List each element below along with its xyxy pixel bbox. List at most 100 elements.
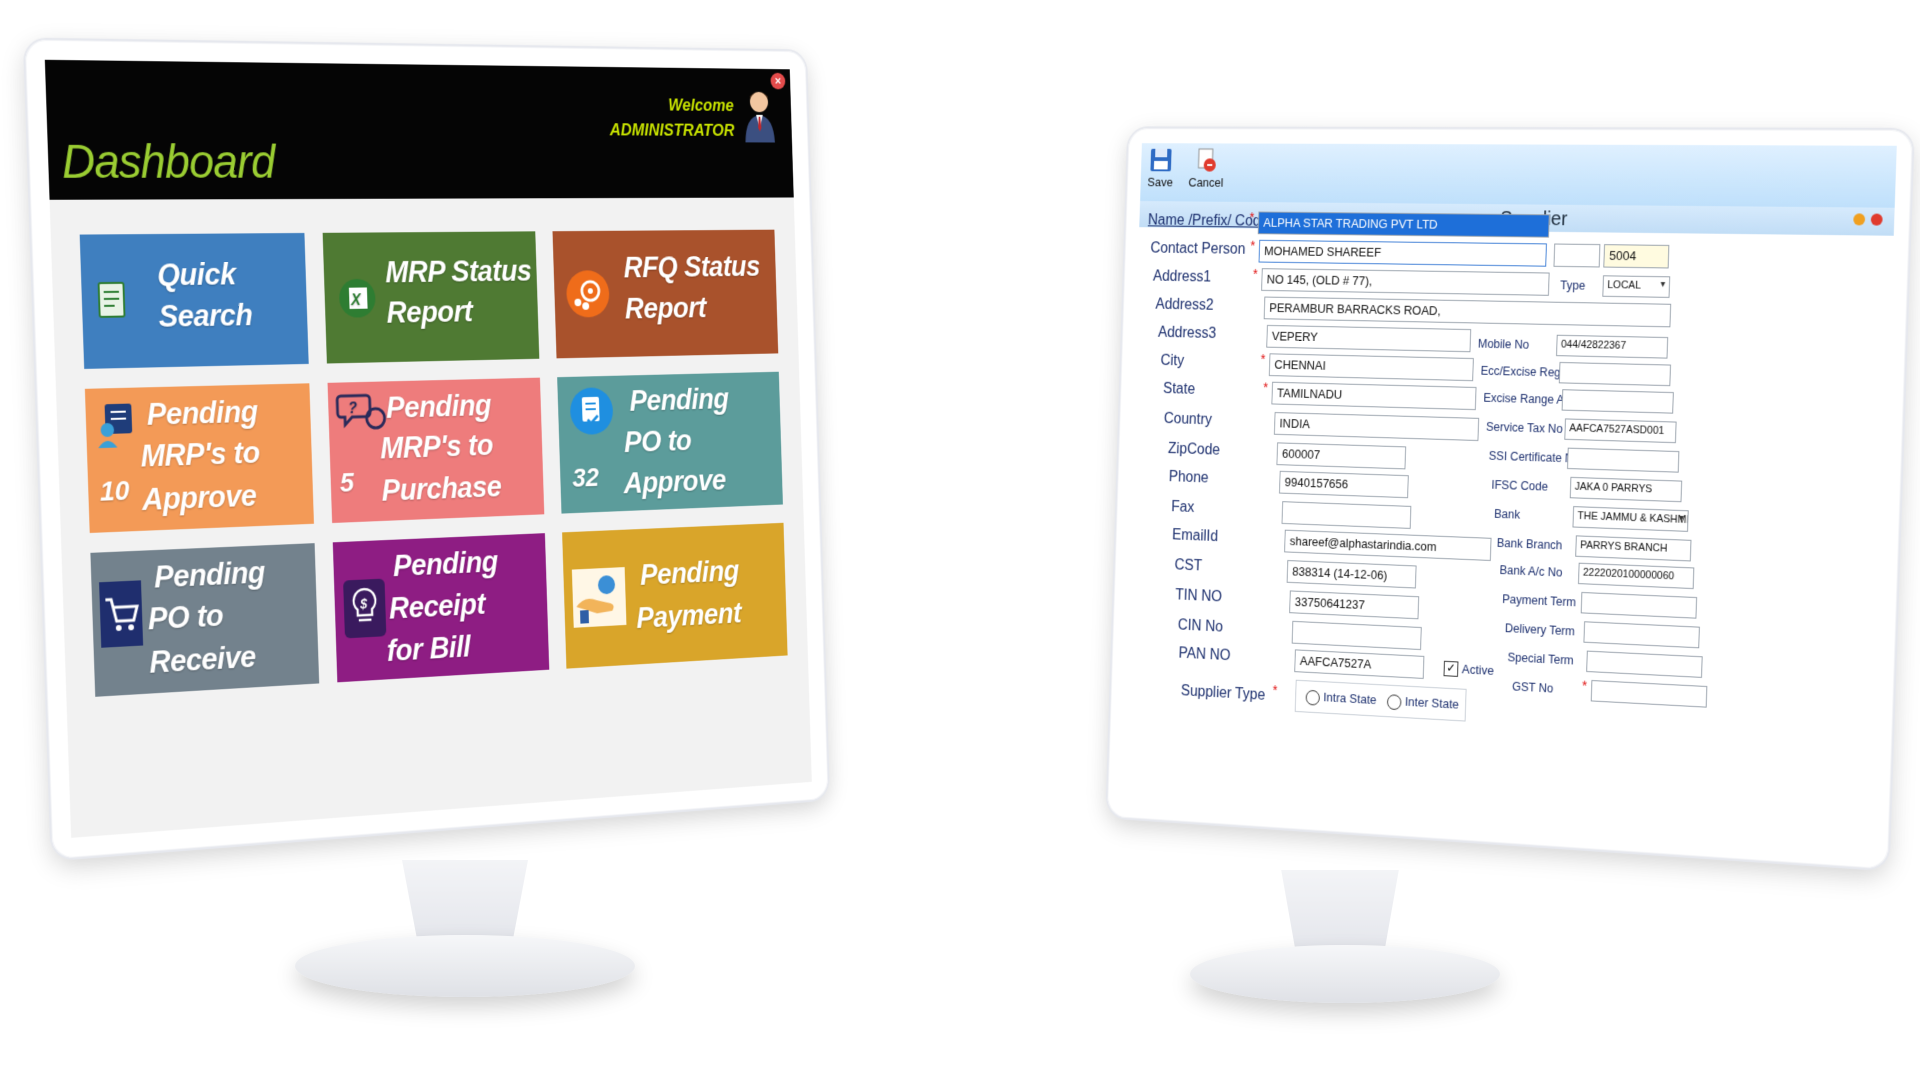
tile-pending-mrps-to-approve[interactable]: 10 Pending MRP's to Approve xyxy=(84,383,314,533)
label-special-term: Special Term xyxy=(1507,650,1574,668)
tile-rfq-status-report[interactable]: RFQ Status Report xyxy=(552,229,779,359)
label-address1: Address1 xyxy=(1152,268,1212,286)
dashboard-monitor: Dashboard Welcome ADMINISTRATOR × Quick … xyxy=(0,0,960,1080)
hand-payment-icon xyxy=(571,567,627,628)
tile-pending-po-to-approve[interactable]: 32 Pending PO to Approve xyxy=(557,371,783,514)
prefix-field[interactable] xyxy=(1553,243,1601,268)
label-cst: CST xyxy=(1174,557,1203,575)
tin-no-field[interactable]: 33750641237 xyxy=(1289,590,1420,620)
tile-label-line: Receive xyxy=(148,639,257,680)
welcome-label: Welcome xyxy=(668,95,734,115)
tile-count: 32 xyxy=(571,462,600,493)
address2-field[interactable]: PERAMBUR BARRACKS ROAD, xyxy=(1263,296,1672,328)
ifsc-code-field[interactable]: JAKA 0 PARRYS xyxy=(1569,476,1683,503)
phone-field[interactable]: 9940157656 xyxy=(1279,470,1409,499)
tile-label-line: RFQ Status xyxy=(623,249,761,284)
chart-target-icon xyxy=(565,270,610,318)
tile-label-line: Pending xyxy=(146,394,259,432)
fax-field[interactable] xyxy=(1281,501,1412,529)
cancel-button[interactable]: Cancel xyxy=(1188,147,1224,190)
cancel-icon xyxy=(1194,147,1219,172)
welcome-box: Welcome ADMINISTRATOR xyxy=(609,95,735,140)
bank-ac-no-field[interactable]: 2222020100000060 xyxy=(1577,562,1695,590)
cart-icon xyxy=(99,580,144,648)
service-tax-no-field[interactable]: AAFCA7527ASD001 xyxy=(1564,418,1677,444)
dashboard-header: Dashboard Welcome ADMINISTRATOR × xyxy=(44,59,794,200)
close-icon[interactable]: × xyxy=(770,72,786,90)
type-select[interactable]: LOCAL ▾ xyxy=(1602,275,1671,298)
supplier-toolbar: Save Cancel xyxy=(1140,143,1897,209)
city-field[interactable]: CHENNAI xyxy=(1268,353,1474,382)
save-button[interactable]: Save xyxy=(1147,147,1174,189)
tile-label-line: Payment xyxy=(635,596,742,635)
cst-field[interactable]: 838314 (14-12-06) xyxy=(1286,560,1417,589)
excise-range-add-field[interactable] xyxy=(1561,389,1674,414)
dashboard-stand-base xyxy=(295,935,635,997)
bank-branch-field[interactable]: PARRYS BRANCH xyxy=(1575,535,1692,562)
document-search-icon xyxy=(95,279,135,327)
state-field[interactable]: TAMILNADU xyxy=(1271,381,1477,411)
label-contact-person: Contact Person xyxy=(1150,240,1246,258)
label-delivery-term: Delivery Term xyxy=(1504,621,1575,639)
chevron-down-icon: ▾ xyxy=(1678,512,1684,524)
label-state: State xyxy=(1162,380,1196,398)
tile-label-line: Search xyxy=(158,297,253,334)
code-field[interactable]: 5004 xyxy=(1603,244,1670,269)
tile-label-line: Pending xyxy=(153,555,266,595)
bank-select[interactable]: THE JAMMU & KASHMIR ▾ xyxy=(1572,506,1689,532)
tile-quick-search[interactable]: Quick Search xyxy=(79,232,309,369)
tile-pending-po-to-receive[interactable]: Pending PO to Receive xyxy=(90,543,320,697)
tile-label-line: Pending xyxy=(385,388,492,425)
ssi-certificate-no-field[interactable] xyxy=(1567,447,1680,473)
address1-field[interactable]: NO 145, (OLD # 77), xyxy=(1261,268,1550,296)
tile-label-line: PO to xyxy=(623,423,692,459)
tile-label-line: Pending xyxy=(639,554,740,592)
tile-label-line: Pending xyxy=(629,382,730,418)
tile-pending-receipt-for-bill[interactable]: $ Pending Receipt for Bill xyxy=(332,533,550,683)
country-field[interactable]: INDIA xyxy=(1273,412,1480,442)
excel-icon: X xyxy=(338,278,376,318)
ecc-excise-reg-no-field[interactable] xyxy=(1558,361,1671,387)
label-payment-term: Payment Term xyxy=(1502,592,1577,610)
tile-label-line: Receipt xyxy=(388,587,486,626)
contact-person-field[interactable]: MOHAMED SHAREEF xyxy=(1258,239,1547,267)
label-supplier-type: Supplier Type xyxy=(1180,682,1266,704)
tile-pending-payment[interactable]: Pending Payment xyxy=(562,522,788,669)
payment-term-field[interactable] xyxy=(1580,591,1698,619)
label-country: Country xyxy=(1163,410,1213,429)
email-field[interactable]: shareef@alphastarindia.com xyxy=(1284,529,1492,561)
minimize-icon[interactable] xyxy=(1853,213,1866,226)
cin-no-field[interactable] xyxy=(1291,620,1422,651)
avatar[interactable] xyxy=(741,87,777,144)
pan-no-field[interactable]: AAFCA7527A xyxy=(1294,649,1425,679)
tile-mrp-status-report[interactable]: X MRP Status Report xyxy=(322,231,540,364)
supplier-screen: Save Cancel Supplier Name /Prefix/ Code xyxy=(1120,143,1897,853)
label-tin-no: TIN NO xyxy=(1175,587,1223,606)
supplier-stand-base xyxy=(1190,945,1500,1003)
required-marker: * xyxy=(1272,682,1278,698)
name-field[interactable]: ALPHA STAR TRADING PVT LTD xyxy=(1257,211,1550,238)
tile-count: 10 xyxy=(99,474,131,507)
required-marker: * xyxy=(1249,209,1255,225)
mobile-no-field[interactable]: 044/42822367 xyxy=(1556,334,1669,359)
tile-pending-mrps-to-purchase[interactable]: ? 5 Pending MRP's to Purchase xyxy=(327,377,545,524)
label-fax: Fax xyxy=(1171,498,1195,516)
label-address3: Address3 xyxy=(1157,324,1217,342)
document-check-icon xyxy=(569,387,614,436)
label-email: EmailId xyxy=(1171,527,1219,545)
address3-field[interactable]: VEPERY xyxy=(1266,324,1472,353)
label-active: Active xyxy=(1461,661,1495,678)
special-term-field[interactable] xyxy=(1586,650,1703,678)
intra-state-label: Intra State xyxy=(1323,689,1377,707)
zipcode-field[interactable]: 600007 xyxy=(1276,442,1407,470)
close-icon[interactable] xyxy=(1870,213,1883,226)
gst-no-field[interactable] xyxy=(1590,680,1708,708)
tile-count: 5 xyxy=(339,467,355,498)
active-checkbox[interactable]: ✓ xyxy=(1443,660,1459,677)
tile-label-line: for Bill xyxy=(386,629,471,668)
tile-label-line: Report xyxy=(624,291,707,326)
delivery-term-field[interactable] xyxy=(1583,621,1700,649)
label-service-tax-no: Service Tax No xyxy=(1485,420,1563,436)
chevron-down-icon: ▾ xyxy=(1660,279,1666,290)
label-type: Type xyxy=(1560,278,1586,293)
